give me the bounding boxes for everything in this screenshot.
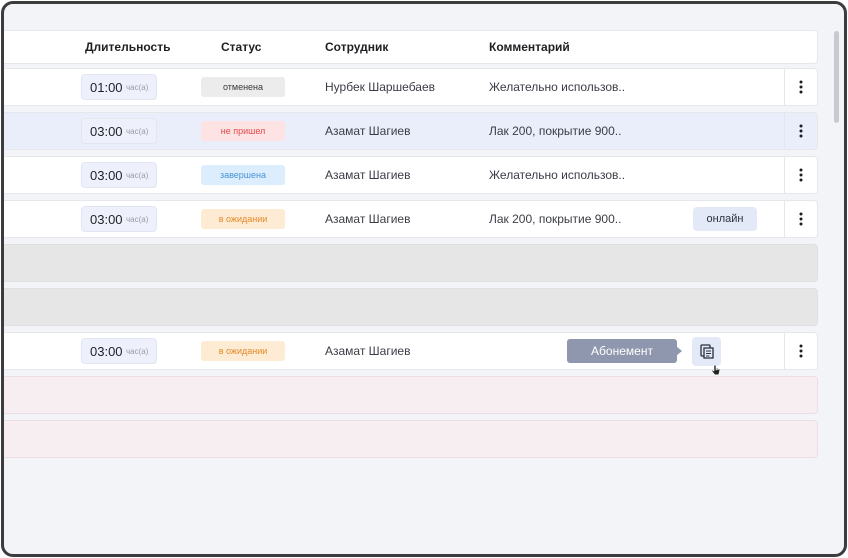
status-badge: завершена (201, 165, 285, 185)
date-cell: 1 (1, 80, 4, 94)
duration-field[interactable]: 03:00 час(а) (81, 162, 157, 188)
placeholder-row (4, 376, 818, 414)
duration-value: 03:00 (90, 124, 123, 139)
table-header: Длительность Статус Сотрудник Комментари… (4, 30, 818, 64)
comment-text: Желательно использов.. (489, 168, 626, 182)
column-status: Статус (221, 40, 262, 54)
pointer-cursor-icon (711, 364, 720, 376)
more-vertical-icon (799, 80, 803, 94)
online-booking-tag[interactable]: онлайн (693, 207, 757, 231)
more-vertical-icon (799, 344, 803, 358)
comment-text: Желательно использов.. (489, 80, 626, 94)
row-menu-button[interactable] (784, 69, 817, 105)
table-row[interactable]: 1 01:00 час(а) отменена Нурбек Шаршебаев… (1, 68, 818, 106)
employee-name: Азамат Шагиев (325, 168, 411, 182)
duration-unit: час(а) (126, 83, 149, 92)
row-menu-button[interactable] (784, 333, 817, 369)
date-cell: 9 (1, 212, 4, 226)
duration-unit: час(а) (126, 171, 149, 180)
duration-unit: час(а) (126, 127, 149, 136)
column-duration: Длительность (85, 40, 171, 54)
app-window: Длительность Статус Сотрудник Комментари… (1, 1, 847, 557)
more-vertical-icon (799, 124, 803, 138)
status-badge: не пришел (201, 121, 285, 141)
subscription-tooltip: Абонемент (567, 339, 677, 363)
subscription-button[interactable] (692, 337, 721, 366)
comment-text: Лак 200, покрытие 900.. (489, 212, 622, 226)
tooltip-arrow (676, 346, 682, 356)
duration-value: 03:00 (90, 212, 123, 227)
comment-text: Лак 200, покрытие 900.. (489, 124, 622, 138)
duration-unit: час(а) (126, 215, 149, 224)
more-vertical-icon (799, 168, 803, 182)
duration-field[interactable]: 03:00 час(а) (81, 118, 157, 144)
table-row[interactable]: 9 03:00 час(а) завершена Азамат Шагиев Ж… (1, 156, 818, 194)
date-cell: 9 (1, 124, 4, 138)
more-vertical-icon (799, 212, 803, 226)
placeholder-row (4, 288, 818, 326)
duration-field[interactable]: 03:00 час(а) (81, 206, 157, 232)
row-menu-button[interactable] (784, 201, 817, 237)
placeholder-row (4, 420, 818, 458)
row-menu-button[interactable] (784, 113, 817, 149)
document-copy-icon (700, 344, 714, 359)
duration-value: 03:00 (90, 168, 123, 183)
employee-name: Азамат Шагиев (325, 212, 411, 226)
table-row[interactable]: 9 03:00 час(а) не пришел Азамат Шагиев Л… (1, 112, 818, 150)
date-cell: 9 (1, 168, 4, 182)
employee-name: Азамат Шагиев (325, 344, 411, 358)
duration-value: 01:00 (90, 80, 123, 95)
employee-name: Азамат Шагиев (325, 124, 411, 138)
column-comment: Комментарий (489, 40, 570, 54)
employee-name: Нурбек Шаршебаев (325, 80, 436, 94)
date-cell: 9 (1, 344, 4, 358)
duration-unit: час(а) (126, 347, 149, 356)
status-badge: в ожидании (201, 209, 285, 229)
status-badge: в ожидании (201, 341, 285, 361)
placeholder-row (4, 244, 818, 282)
vertical-scrollbar[interactable] (834, 31, 839, 123)
column-employee: Сотрудник (325, 40, 389, 54)
status-badge: отменена (201, 77, 285, 97)
duration-value: 03:00 (90, 344, 123, 359)
duration-field[interactable]: 03:00 час(а) (81, 338, 157, 364)
table-row[interactable]: 9 03:00 час(а) в ожидании Азамат Шагиев … (1, 200, 818, 238)
duration-field[interactable]: 01:00 час(а) (81, 74, 157, 100)
row-menu-button[interactable] (784, 157, 817, 193)
